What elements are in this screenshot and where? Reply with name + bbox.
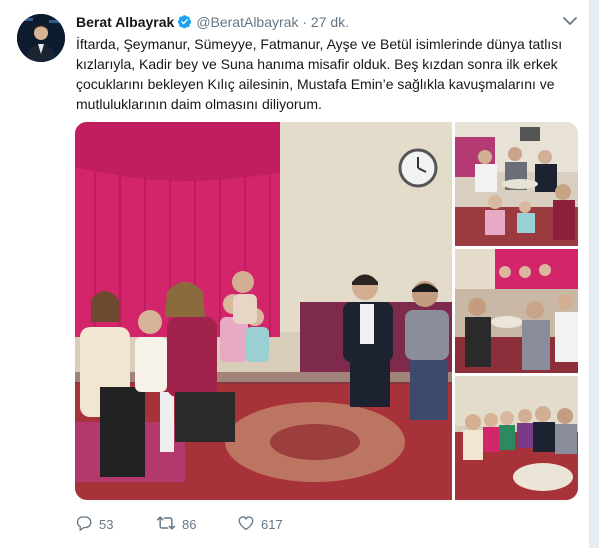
tweet-media-grid (75, 122, 578, 500)
tweet-text-line: mutluluklarının daim olmasını diliyorum. (76, 96, 322, 112)
reply-button[interactable]: 53 (75, 514, 156, 535)
retweet-button[interactable]: 86 (156, 514, 237, 535)
author-name[interactable]: Berat Albayrak (76, 14, 174, 30)
like-count: 617 (261, 516, 283, 532)
tweet-text-line: kızlarıyla, Kadir bey ve Suna hanıma mis… (76, 56, 558, 72)
media-photo-thumb-1[interactable] (455, 122, 578, 246)
verified-badge-icon (177, 14, 192, 34)
tweet-header: Berat Albayrak @BeratAlbayrak · 27 dk. (76, 13, 349, 34)
heart-icon (237, 514, 261, 535)
retweet-count: 86 (182, 516, 197, 532)
media-photo-thumb-3[interactable] (455, 376, 578, 500)
like-button[interactable]: 617 (237, 514, 318, 535)
separator-dot: · (302, 14, 308, 30)
media-photo-main[interactable] (75, 122, 452, 500)
tweet-timestamp[interactable]: 27 dk. (311, 14, 349, 30)
reply-icon (75, 514, 99, 535)
media-photo-thumb-2[interactable] (455, 249, 578, 373)
tweet-actions: 53 86 617 (75, 514, 318, 534)
tweet-text-line: çocuklarını bekleyen Kılıç ailesinin, Mu… (76, 76, 555, 92)
tweet-text-line: İftarda, Şeymanur, Sümeyye, Fatmanur, Ay… (76, 36, 563, 52)
tweet-card[interactable]: Berat Albayrak @BeratAlbayrak · 27 dk. İf… (0, 0, 590, 548)
avatar[interactable] (17, 14, 65, 62)
author-handle[interactable]: @BeratAlbayrak (196, 14, 298, 30)
reply-count: 53 (99, 516, 114, 532)
retweet-icon (156, 514, 182, 535)
chevron-down-icon[interactable] (561, 14, 579, 28)
tweet-text: İftarda, Şeymanur, Sümeyye, Fatmanur, Ay… (76, 34, 566, 114)
